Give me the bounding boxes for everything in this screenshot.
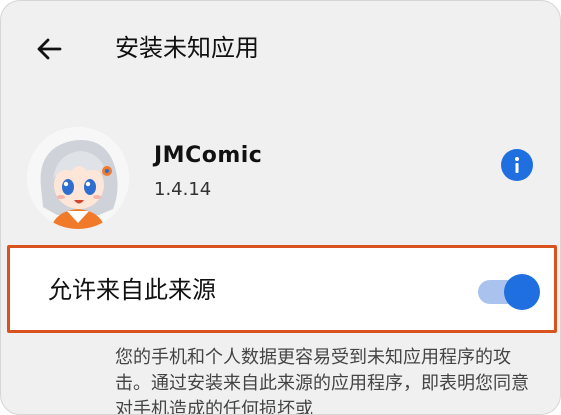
app-info-button[interactable] [501, 149, 533, 181]
anime-girl-avatar-icon [27, 127, 129, 229]
app-name: JMComic [154, 143, 263, 168]
settings-screen: 安装未知应用 JMComic 1.4.14 允许来自此来源 您的手机和个人数据更… [0, 0, 561, 415]
warning-description: 您的手机和个人数据更容易受到未知应用程序的攻击。通过安装来自此来源的应用程序，即… [115, 347, 529, 415]
app-info-row: JMComic 1.4.14 [1, 113, 560, 229]
app-bar: 安装未知应用 [1, 1, 560, 97]
app-avatar [27, 127, 129, 229]
page-title: 安装未知应用 [115, 34, 259, 62]
arrow-left-icon [37, 38, 62, 60]
info-icon [515, 157, 519, 173]
allow-source-label: 允许来自此来源 [48, 276, 216, 304]
back-button[interactable] [27, 27, 71, 71]
app-version: 1.4.14 [154, 179, 212, 200]
toggle-thumb [504, 274, 540, 310]
allow-source-setting-row[interactable]: 允许来自此来源 [7, 245, 557, 333]
allow-source-toggle[interactable] [474, 274, 540, 310]
